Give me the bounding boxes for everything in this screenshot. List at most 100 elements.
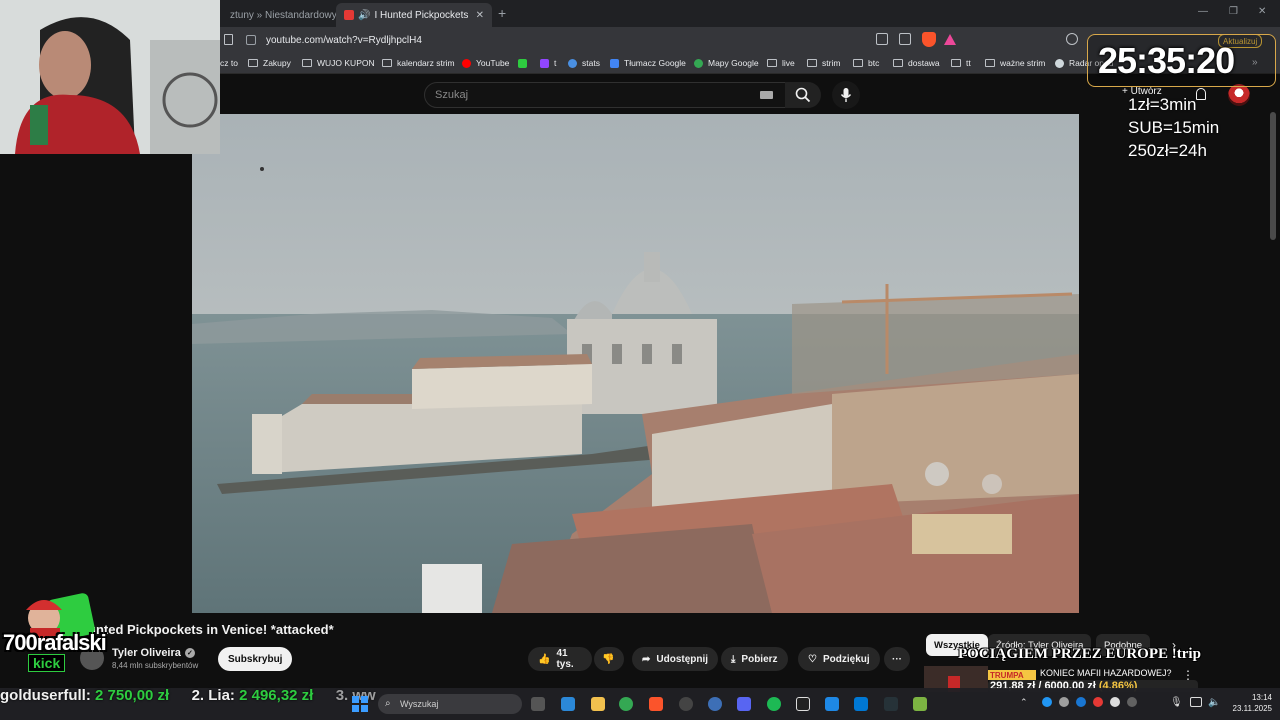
folder-icon	[893, 59, 903, 67]
user-avatar[interactable]	[1228, 84, 1250, 106]
bookmark-folder-tt[interactable]: tt	[951, 56, 971, 70]
windows-start-icon[interactable]	[352, 696, 368, 712]
tray-icon[interactable]	[1127, 697, 1137, 707]
bookmark-folder-dostawa[interactable]: dostawa	[893, 56, 940, 70]
url-field[interactable]: youtube.com/watch?v=RydljhpclH4	[246, 31, 966, 49]
system-tray[interactable]	[1042, 697, 1166, 711]
app-icon[interactable]	[913, 697, 927, 711]
google-maps-icon	[694, 58, 703, 68]
bookmark-kick[interactable]	[518, 56, 532, 70]
promo-line: KONIEC MAFII HAZARDOWEJ?	[1040, 668, 1172, 678]
extensions-icon[interactable]	[1066, 33, 1078, 45]
close-window-icon[interactable]: ✕	[1258, 6, 1266, 17]
share-button[interactable]: ➦ Udostępnij	[632, 647, 719, 671]
app-icon[interactable]	[796, 697, 810, 711]
obs-icon[interactable]	[679, 697, 693, 711]
brave-shield-icon[interactable]	[922, 32, 936, 47]
share-page-icon[interactable]	[899, 33, 911, 45]
app-icon[interactable]	[825, 697, 839, 711]
spotify-icon[interactable]	[767, 697, 781, 711]
folder-icon	[807, 59, 817, 67]
channel-subscribers: 8,44 mln subskrybentów	[112, 661, 199, 670]
bookmark-folder-live[interactable]: live	[767, 56, 795, 70]
video-player[interactable]	[192, 114, 1079, 613]
promo-brand: TRUMPA	[990, 671, 1024, 680]
more-vertical-icon[interactable]: ⋮	[1182, 668, 1194, 682]
bookmark-youtube[interactable]: YouTube	[462, 56, 509, 70]
search-placeholder: Szukaj	[435, 89, 469, 101]
network-icon[interactable]	[1190, 697, 1202, 707]
more-horizontal-icon: ···	[892, 653, 902, 665]
maximize-icon[interactable]: ❐	[1229, 6, 1238, 17]
tray-icon[interactable]	[1042, 697, 1052, 707]
taskbar-search-input[interactable]: Wyszukaj	[378, 694, 522, 714]
bookmark-icon[interactable]	[224, 34, 233, 45]
bookmark-folder-wazne[interactable]: ważne strim	[985, 56, 1045, 70]
dislike-button[interactable]: 👎	[594, 647, 624, 671]
tray-icon[interactable]	[1093, 697, 1103, 707]
file-explorer-icon[interactable]	[591, 697, 605, 711]
verified-icon: ✓	[184, 648, 195, 658]
brave-icon[interactable]	[649, 697, 663, 711]
site-info-icon[interactable]	[246, 35, 256, 45]
discord-icon[interactable]	[737, 697, 751, 711]
rate-line: SUB=15min	[1128, 118, 1220, 137]
webcam-overlay	[0, 0, 220, 154]
page-scrollbar[interactable]	[1270, 112, 1276, 240]
bookmark-folder-kalendarz[interactable]: kalendarz strim	[382, 56, 455, 70]
chevron-up-icon[interactable]: ⌃	[1020, 697, 1028, 708]
search-icon	[795, 87, 811, 103]
bookmark-item[interactable]: cz to	[220, 56, 238, 70]
minimize-icon[interactable]: —	[1198, 6, 1208, 17]
download-button[interactable]: ⤓ Pobierz	[721, 647, 788, 671]
microphone-icon[interactable]: 🎙	[1170, 697, 1183, 708]
bookmark-translate[interactable]: Tłumacz Google	[610, 56, 686, 70]
bookmark-folder-wujo[interactable]: WUJO KUPON	[302, 56, 375, 70]
bookmark-maps[interactable]: Mapy Google	[694, 56, 759, 70]
voice-search-button[interactable]	[832, 81, 860, 109]
search-input[interactable]: Szukaj	[424, 82, 786, 108]
bluetooth-icon[interactable]	[1076, 697, 1086, 707]
tab-label: I Hunted Pickpockets in Venic	[374, 9, 468, 21]
youtube-icon	[462, 58, 471, 68]
subscribe-button[interactable]: Subskrybuj	[218, 647, 293, 671]
browser-tab-active[interactable]: 🔊 I Hunted Pickpockets in Venic ✕	[336, 3, 492, 27]
tray-icon[interactable]	[1059, 697, 1069, 707]
volume-icon[interactable]: 🔈	[1208, 697, 1220, 708]
taskbar-clock[interactable]: 13:14 23.11.2025	[1228, 692, 1272, 714]
new-tab-button[interactable]: +	[498, 5, 506, 21]
rate-line: 250zł=24h	[1128, 141, 1207, 160]
keyboard-icon[interactable]	[760, 91, 773, 99]
app-icon[interactable]	[708, 697, 722, 711]
search-icon: ⌕	[385, 698, 391, 709]
promo-title: POCIĄGIEM PRZEZ EUROPE !trip	[958, 646, 1201, 662]
more-actions-button[interactable]: ···	[884, 647, 910, 671]
bookmark-folder-zakupy[interactable]: Zakupy	[248, 56, 291, 70]
like-button[interactable]: 👍 41 tys.	[528, 647, 592, 671]
logo-kick: kick	[28, 654, 66, 672]
thanks-button[interactable]: ♡ Podziękuj	[798, 647, 880, 671]
tray-icon[interactable]	[1110, 697, 1120, 707]
speaker-icon: 🔊	[358, 9, 371, 21]
bookmark-twitch[interactable]: t	[540, 56, 556, 70]
folder-icon	[985, 59, 995, 67]
bookmark-folder-strim[interactable]: strim	[807, 56, 840, 70]
folder-icon	[248, 59, 258, 67]
channel-name[interactable]: Tyler Oliveira ✓	[112, 647, 195, 659]
widgets-icon[interactable]	[561, 697, 575, 711]
thumbs-up-icon: 👍	[538, 653, 551, 665]
task-view-icon[interactable]	[531, 697, 545, 711]
search-button[interactable]	[785, 82, 821, 108]
cast-icon[interactable]	[876, 33, 888, 45]
bookmark-folder-btc[interactable]: btc	[853, 56, 879, 70]
bookmark-stats[interactable]: stats	[568, 56, 600, 70]
browser-tab-inactive[interactable]: ztuny » Niestandardowy Wyb	[222, 3, 340, 27]
chrome-icon[interactable]	[619, 697, 633, 711]
app-icon[interactable]	[884, 697, 898, 711]
share-icon: ➦	[642, 653, 651, 665]
app-icon[interactable]	[854, 697, 868, 711]
download-icon: ⤓	[731, 653, 736, 665]
twitch-icon	[540, 58, 549, 68]
close-tab-icon[interactable]: ✕	[476, 10, 484, 21]
brave-rewards-icon[interactable]	[944, 34, 956, 45]
